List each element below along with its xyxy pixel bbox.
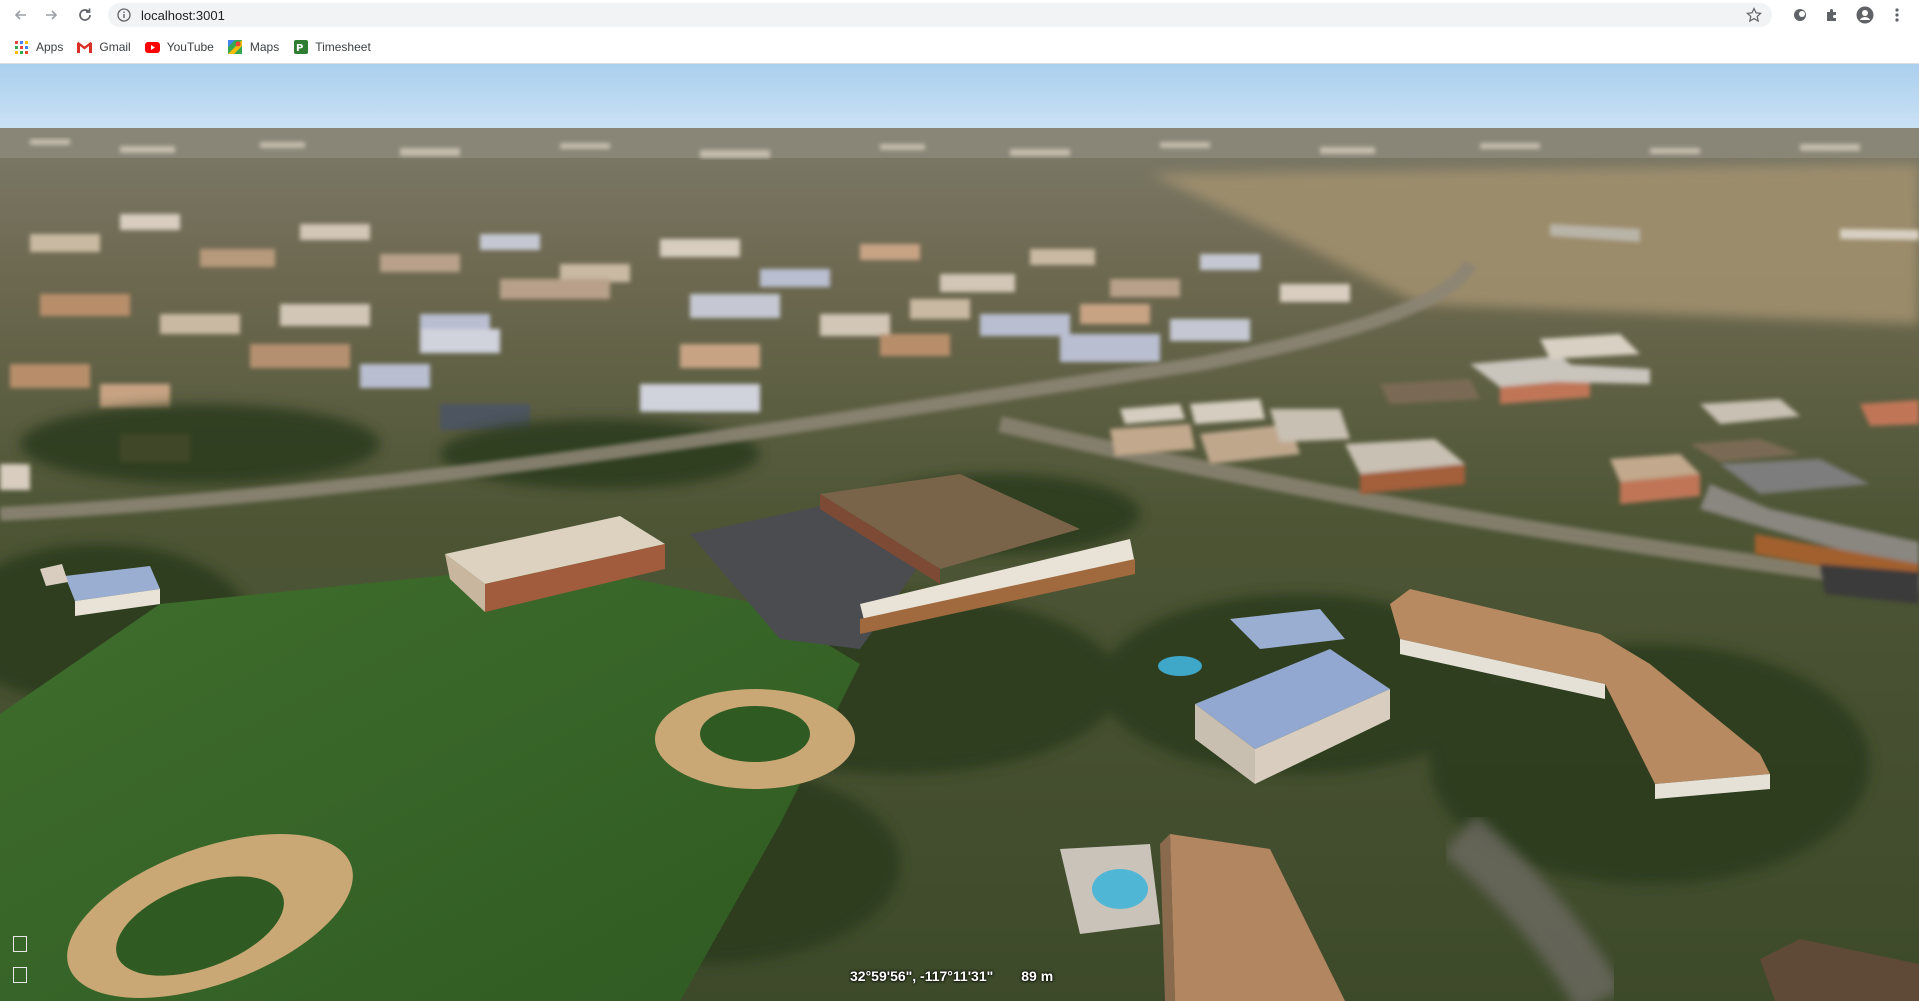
menu-button[interactable] [1887,5,1907,25]
bookmark-timesheet[interactable]: P Timesheet [293,40,371,55]
bookmark-label: Timesheet [315,40,371,54]
bookmark-label: Maps [249,40,280,54]
map-3d-viewport[interactable]: 32°59'56", -117°11'31" 89 m [0,64,1919,1001]
bookmarks-bar: Apps Gmail YouTube Maps P Timesheet [0,34,1919,60]
map-scene [0,64,1919,1001]
bookmark-label: YouTube [166,40,214,54]
back-button[interactable] [6,0,36,30]
reload-button[interactable] [70,0,100,30]
maps-icon [228,40,243,55]
extensions-button[interactable] [1822,5,1842,25]
address-bar[interactable]: localhost:3001 [108,3,1772,27]
youtube-icon [144,40,160,55]
reload-icon [79,8,91,21]
bookmark-label: Apps [36,40,64,54]
profile-button[interactable] [1855,5,1875,25]
map-status-bar: 32°59'56", -117°11'31" 89 m [850,968,1053,984]
sky [0,64,1919,134]
arrow-right-icon [46,10,58,20]
bookmark-maps[interactable]: Maps [228,40,279,55]
kebab-menu-icon [1895,8,1899,22]
browser-toolbar: localhost:3001 [0,0,1919,30]
svg-text:P: P [296,43,303,54]
url-text[interactable]: localhost:3001 [141,8,225,23]
account-icon [1856,6,1874,24]
map-control-square-1[interactable] [13,936,27,952]
apps-grid-icon [14,40,29,55]
baseball-diamond-upper [655,689,855,789]
extension-circle-button[interactable] [1790,5,1810,25]
forward-button[interactable] [36,0,66,30]
swimming-pool [1158,656,1202,676]
puzzle-icon [1827,9,1836,21]
bookmark-star-icon[interactable] [1746,7,1762,23]
coordinates-readout: 32°59'56", -117°11'31" [850,968,994,984]
bookmark-label: Gmail [99,40,131,54]
info-icon[interactable] [117,8,131,22]
gmail-icon [77,40,93,55]
arrow-left-icon [14,10,26,20]
altitude-readout: 89 m [1021,968,1054,984]
bookmark-youtube[interactable]: YouTube [144,40,214,55]
profile-circle-icon [1794,9,1806,21]
map-control-square-2[interactable] [13,967,27,983]
timesheet-icon: P [293,40,308,55]
bookmark-apps[interactable]: Apps [14,40,63,55]
bookmark-gmail[interactable]: Gmail [77,40,131,55]
